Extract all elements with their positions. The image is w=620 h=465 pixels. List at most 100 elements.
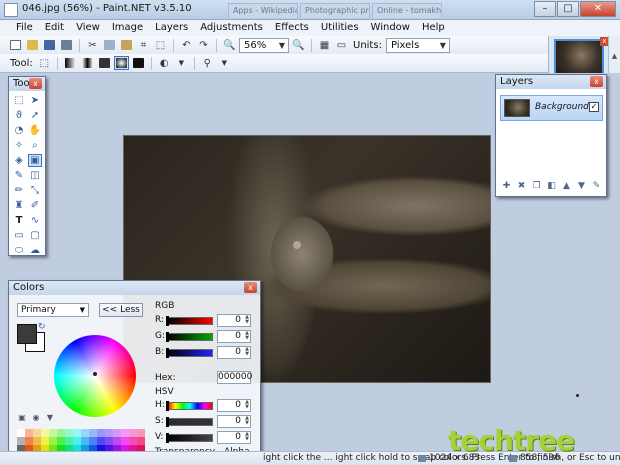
chevron-down-icon[interactable]: ▼ xyxy=(217,56,232,70)
gradient-icon[interactable]: ▣ xyxy=(28,154,42,167)
linear-gradient-icon[interactable] xyxy=(63,56,78,70)
menu-file[interactable]: File xyxy=(10,20,39,36)
rounded-rectangle-icon[interactable]: ▢ xyxy=(28,229,42,242)
slider-marker[interactable] xyxy=(166,417,169,427)
slider-marker[interactable] xyxy=(166,401,169,411)
less-button[interactable]: << Less xyxy=(99,303,143,317)
move-layer-down-icon[interactable]: ▼ xyxy=(575,180,588,193)
value-slider[interactable] xyxy=(166,433,213,443)
zoom-icon[interactable]: ◔ xyxy=(12,124,26,137)
crop-to-selection-icon[interactable]: ⌗ xyxy=(136,38,151,52)
hex-input[interactable]: 000000 xyxy=(217,371,252,384)
close-icon[interactable]: x xyxy=(590,76,603,87)
blue-value-input[interactable]: 0 ▲ ▼ xyxy=(217,346,251,359)
palette-swatch[interactable] xyxy=(113,437,121,445)
palette-swatch[interactable] xyxy=(81,429,89,437)
save-icon[interactable] xyxy=(42,38,57,52)
color-mode-select[interactable]: Primary ▼ xyxy=(17,303,89,317)
ellipse-icon[interactable]: ⬭ xyxy=(12,244,26,257)
zoom-in-icon[interactable]: 🔍 xyxy=(291,38,306,52)
background-tab[interactable]: Online - tomakhub... xyxy=(372,3,442,18)
redo-icon[interactable]: ↷ xyxy=(196,38,211,52)
palette-swatch[interactable] xyxy=(89,437,97,445)
ruler-icon[interactable]: ▭ xyxy=(334,38,349,52)
palette-swatch[interactable] xyxy=(137,437,145,445)
zoom-out-icon[interactable]: 🔍 xyxy=(222,38,237,52)
palette-swatch[interactable] xyxy=(49,429,57,437)
paste-icon[interactable] xyxy=(119,38,134,52)
layer-row[interactable]: Background ✓ xyxy=(500,95,603,121)
palette-swatch[interactable] xyxy=(41,429,49,437)
menu-window[interactable]: Window xyxy=(365,20,416,36)
menu-help[interactable]: Help xyxy=(416,20,451,36)
palette-swatch[interactable] xyxy=(129,429,137,437)
slider-marker[interactable] xyxy=(166,433,169,443)
hue-value-input[interactable]: 0 ▲ ▼ xyxy=(217,399,251,412)
palette-swatch[interactable] xyxy=(57,429,65,437)
deselect-icon[interactable]: ⬚ xyxy=(153,38,168,52)
palette-swatch[interactable] xyxy=(33,437,41,445)
saturation-slider[interactable] xyxy=(166,417,213,427)
blend-mode-icon[interactable]: ⚲ xyxy=(200,56,215,70)
palette-swatch[interactable] xyxy=(121,429,129,437)
palette-swatch[interactable] xyxy=(97,429,105,437)
palette-swatch[interactable] xyxy=(105,437,113,445)
paint-bucket-icon[interactable]: ◈ xyxy=(12,154,26,167)
pencil-icon[interactable]: ✏ xyxy=(12,184,26,197)
palette-swatch[interactable] xyxy=(89,429,97,437)
chevron-down-icon[interactable]: ▼ xyxy=(174,56,189,70)
palette-swatch[interactable] xyxy=(65,429,73,437)
lasso-icon[interactable]: ϑ xyxy=(12,109,26,122)
move-selected-icon[interactable]: ➚ xyxy=(28,109,42,122)
print-icon[interactable] xyxy=(59,38,74,52)
text-icon[interactable]: T xyxy=(12,214,26,227)
palette-swatch[interactable] xyxy=(41,437,49,445)
clone-stamp-icon[interactable]: ♜ xyxy=(12,199,26,212)
layer-properties-icon[interactable]: ✎ xyxy=(590,180,603,193)
palette-swatch[interactable] xyxy=(105,429,113,437)
palette-swatch[interactable] xyxy=(25,429,33,437)
menu-effects[interactable]: Effects xyxy=(269,20,315,36)
spin-arrows-icon[interactable]: ▲▼ xyxy=(245,347,249,357)
palette-swatch[interactable] xyxy=(81,437,89,445)
palette-swatch[interactable] xyxy=(33,429,41,437)
red-slider[interactable] xyxy=(166,316,213,326)
spin-arrows-icon[interactable]: ▲▼ xyxy=(245,432,249,442)
layer-visibility-checkbox[interactable]: ✓ xyxy=(589,102,599,112)
move-layer-up-icon[interactable]: ▲ xyxy=(560,180,573,193)
palette-swatch[interactable] xyxy=(129,437,137,445)
menu-adjustments[interactable]: Adjustments xyxy=(194,20,269,36)
diamond-gradient-icon[interactable] xyxy=(97,56,112,70)
chevron-down-icon[interactable]: ▼ xyxy=(45,413,55,423)
spin-arrows-icon[interactable]: ▲▼ xyxy=(245,400,249,410)
swap-colors-icon[interactable]: ↻ xyxy=(38,322,46,332)
color-wheel[interactable] xyxy=(54,335,136,417)
open-file-icon[interactable] xyxy=(25,38,40,52)
zoom-combo[interactable]: 56% ▼ xyxy=(239,37,289,53)
grid-icon[interactable]: ▦ xyxy=(317,38,332,52)
palette-swatch[interactable] xyxy=(113,429,121,437)
thumbnail-scroll-arrow[interactable]: ▲ xyxy=(608,36,620,77)
recolor-icon[interactable]: ✐ xyxy=(28,199,42,212)
palette-swatch[interactable] xyxy=(17,437,25,445)
palette-swatch[interactable] xyxy=(73,429,81,437)
rectangle-icon[interactable]: ▭ xyxy=(12,229,26,242)
radial-gradient-icon[interactable] xyxy=(113,56,129,70)
background-tab[interactable]: Photographic print... xyxy=(300,3,370,18)
delete-layer-icon[interactable]: ✖ xyxy=(515,180,528,193)
merge-down-icon[interactable]: ◧ xyxy=(545,180,558,193)
close-icon[interactable]: x xyxy=(29,78,42,89)
units-combo[interactable]: Pixels ▼ xyxy=(385,37,450,53)
palette-swatch[interactable] xyxy=(49,437,57,445)
menu-utilities[interactable]: Utilities xyxy=(315,20,365,36)
spin-arrows-icon[interactable]: ▲▼ xyxy=(245,416,249,426)
close-icon[interactable]: x xyxy=(244,282,257,293)
menu-layers[interactable]: Layers xyxy=(149,20,194,36)
palette-swatch[interactable] xyxy=(137,429,145,437)
palette-add-icon[interactable]: ▣ xyxy=(17,413,27,423)
value-value-input[interactable]: 0 ▲ ▼ xyxy=(217,431,251,444)
slider-marker[interactable] xyxy=(166,332,169,342)
maximize-button[interactable]: □ xyxy=(557,1,579,17)
menu-edit[interactable]: Edit xyxy=(39,20,70,36)
blue-slider[interactable] xyxy=(166,348,213,358)
